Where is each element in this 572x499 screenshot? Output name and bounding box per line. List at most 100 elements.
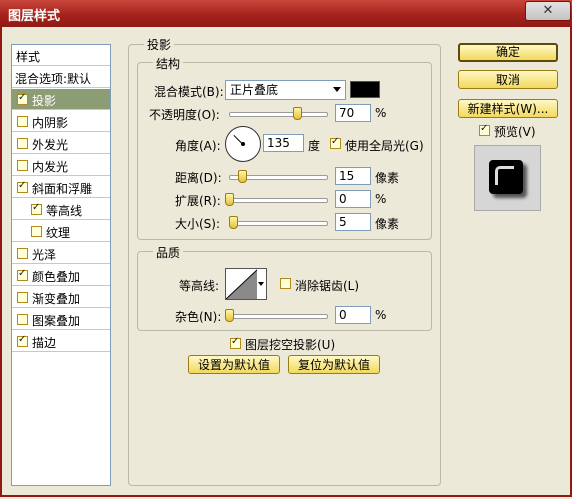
- style-item-blending-options[interactable]: 混合选项:默认: [12, 67, 110, 88]
- style-item-pattern-overlay[interactable]: 图案叠加: [12, 309, 110, 330]
- title-bar: [0, 0, 572, 27]
- global-light-label: 使用全局光(G): [345, 139, 424, 153]
- style-checkbox-outer-glow[interactable]: [17, 138, 28, 149]
- anti-alias-label: 消除锯齿(L): [295, 279, 360, 293]
- style-checkbox-drop-shadow[interactable]: [17, 92, 28, 105]
- spread-slider-thumb[interactable]: [225, 193, 234, 206]
- structure-title: 结构: [153, 55, 184, 72]
- spread-input[interactable]: 0: [335, 190, 371, 208]
- opacity-input[interactable]: 70: [335, 104, 371, 122]
- size-unit: 像素: [375, 217, 400, 231]
- style-item-outer-glow[interactable]: 外发光: [12, 133, 110, 154]
- distance-input[interactable]: 15: [335, 167, 371, 185]
- style-item-satin[interactable]: 光泽: [12, 243, 110, 264]
- global-light-checkbox[interactable]: [330, 136, 341, 149]
- style-checkbox-contour[interactable]: [31, 202, 42, 215]
- style-checkbox-inner-glow[interactable]: [17, 160, 28, 171]
- style-item-label: 光泽: [32, 248, 57, 262]
- angle-dial-center: [241, 142, 245, 146]
- style-item-label: 颜色叠加: [32, 270, 81, 284]
- style-item-texture[interactable]: 纹理: [12, 221, 110, 242]
- preview-thumbnail: [489, 160, 523, 194]
- drop-shadow-title: 投影: [144, 36, 175, 53]
- opacity-unit: %: [375, 106, 387, 120]
- opacity-slider-track[interactable]: [229, 112, 328, 117]
- ok-button[interactable]: 确定: [458, 43, 558, 62]
- chevron-down-icon: [333, 87, 341, 92]
- reset-default-button[interactable]: 复位为默认值: [288, 355, 380, 374]
- style-checkbox-color-overlay[interactable]: [17, 268, 28, 281]
- style-checkbox-pattern-overlay[interactable]: [17, 314, 28, 325]
- style-item-label: 纹理: [46, 226, 71, 240]
- style-item-drop-shadow[interactable]: 投影: [12, 89, 110, 110]
- style-checkbox-texture[interactable]: [31, 226, 42, 237]
- style-item-inner-glow[interactable]: 内发光: [12, 155, 110, 176]
- size-slider-track[interactable]: [229, 221, 328, 226]
- style-item-label: 外发光: [32, 138, 69, 152]
- style-item-label: 混合选项:默认: [15, 72, 92, 86]
- angle-input[interactable]: 135: [263, 134, 304, 152]
- cancel-button[interactable]: 取消: [458, 70, 558, 89]
- style-checkbox-satin[interactable]: [17, 248, 28, 259]
- knockout-label: 图层挖空投影(U): [245, 338, 336, 352]
- window-title: 图层样式: [8, 9, 61, 24]
- blend-mode-value: 正片叠底: [230, 83, 279, 97]
- noise-slider-track[interactable]: [229, 314, 328, 319]
- style-item-inner-shadow[interactable]: 内阴影: [12, 111, 110, 132]
- styles-list: 样式 混合选项:默认 投影 内阴影 外发光 内发光 斜面和浮雕 等高线 纹理 光…: [11, 44, 111, 486]
- make-default-button[interactable]: 设置为默认值: [188, 355, 280, 374]
- style-checkbox-bevel-emboss[interactable]: [17, 180, 28, 193]
- contour-curve-icon: [226, 269, 258, 299]
- size-label: 大小(S):: [175, 217, 221, 231]
- contour-picker[interactable]: [225, 268, 259, 300]
- blend-color-swatch[interactable]: [350, 81, 380, 98]
- close-icon: ✕: [542, 3, 554, 18]
- style-checkbox-gradient-overlay[interactable]: [17, 292, 28, 303]
- styles-list-header-label: 样式: [16, 50, 41, 64]
- style-item-label: 斜面和浮雕: [32, 182, 93, 196]
- anti-alias-checkbox[interactable]: [280, 278, 291, 289]
- contour-label: 等高线:: [179, 279, 220, 293]
- styles-list-header: 样式: [12, 45, 110, 66]
- spread-label: 扩展(R):: [175, 194, 221, 208]
- angle-dial[interactable]: [225, 126, 261, 162]
- spread-unit: %: [375, 192, 387, 206]
- preview-highlight: [495, 166, 514, 185]
- spread-slider-track[interactable]: [229, 198, 328, 203]
- style-item-label: 投影: [32, 94, 57, 108]
- preview-label: 预览(V): [494, 125, 536, 139]
- opacity-slider-thumb[interactable]: [292, 107, 302, 120]
- size-input[interactable]: 5: [335, 213, 371, 231]
- close-button[interactable]: ✕: [525, 1, 571, 21]
- distance-unit: 像素: [375, 171, 400, 185]
- style-item-label: 图案叠加: [32, 314, 81, 328]
- style-preview: [474, 145, 541, 211]
- knockout-checkbox[interactable]: [230, 336, 241, 349]
- blend-mode-label: 混合模式(B):: [154, 85, 224, 99]
- angle-label: 角度(A):: [175, 139, 221, 153]
- noise-label: 杂色(N):: [175, 310, 222, 324]
- style-checkbox-inner-shadow[interactable]: [17, 116, 28, 127]
- quality-title: 品质: [153, 244, 184, 261]
- noise-unit: %: [375, 308, 387, 322]
- distance-slider-thumb[interactable]: [238, 170, 247, 183]
- preview-checkbox[interactable]: [479, 123, 490, 136]
- size-slider-thumb[interactable]: [229, 216, 238, 229]
- contour-dropdown-button[interactable]: [257, 268, 267, 300]
- style-item-label: 渐变叠加: [32, 292, 81, 306]
- style-checkbox-stroke[interactable]: [17, 334, 28, 347]
- new-style-button[interactable]: 新建样式(W)...: [458, 99, 558, 118]
- style-item-label: 等高线: [46, 204, 83, 218]
- angle-unit: 度: [308, 139, 321, 153]
- style-item-label: 内阴影: [32, 116, 69, 130]
- style-item-gradient-overlay[interactable]: 渐变叠加: [12, 287, 110, 308]
- style-item-label: 描边: [32, 336, 57, 350]
- style-item-bevel-emboss[interactable]: 斜面和浮雕: [12, 177, 110, 198]
- style-item-stroke[interactable]: 描边: [12, 331, 110, 352]
- style-item-label: 内发光: [32, 160, 69, 174]
- noise-input[interactable]: 0: [335, 306, 371, 324]
- style-item-color-overlay[interactable]: 颜色叠加: [12, 265, 110, 286]
- noise-slider-thumb[interactable]: [225, 309, 234, 322]
- style-item-contour[interactable]: 等高线: [12, 199, 110, 220]
- blend-mode-select[interactable]: 正片叠底: [225, 80, 346, 100]
